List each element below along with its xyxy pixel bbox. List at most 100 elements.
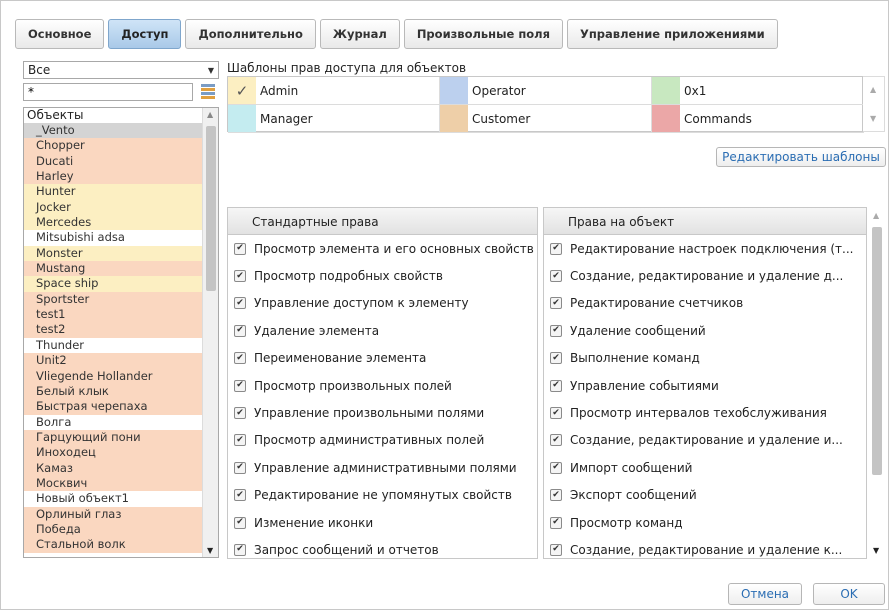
right-checkbox[interactable] [234, 543, 246, 556]
templates-scrollbar[interactable]: ▲ ▼ [863, 76, 885, 132]
right-checkbox[interactable] [234, 297, 246, 310]
right-row[interactable]: Просмотр элемента и его основных свойств [228, 235, 537, 262]
right-checkbox[interactable] [550, 489, 562, 502]
right-row[interactable]: Выполнение команд [544, 345, 866, 372]
right-checkbox[interactable] [550, 379, 562, 392]
scroll-down-icon[interactable]: ▼ [207, 546, 213, 555]
right-checkbox[interactable] [550, 242, 562, 255]
object-list-item[interactable]: Иноходец [24, 445, 202, 461]
object-list-item[interactable]: Новый объект1 [24, 491, 202, 507]
right-checkbox[interactable] [550, 352, 562, 365]
tab-log[interactable]: Журнал [319, 19, 400, 49]
tab-app-management[interactable]: Управление приложениями [566, 19, 778, 49]
template-item[interactable]: Manager [228, 105, 440, 133]
right-row[interactable]: Управление событиями [544, 372, 866, 399]
right-checkbox[interactable] [550, 407, 562, 420]
object-list-item[interactable]: Mercedes [24, 215, 202, 231]
right-row[interactable]: Просмотр интервалов техобслуживания [544, 399, 866, 426]
right-checkbox[interactable] [234, 407, 246, 420]
right-row[interactable]: Создание, редактирование и удаление к... [544, 536, 866, 558]
right-checkbox[interactable] [234, 434, 246, 447]
right-row[interactable]: Создание, редактирование и удаление д... [544, 262, 866, 289]
object-list-item[interactable]: Гарцующий пони [24, 429, 202, 446]
tab-general[interactable]: Основное [15, 19, 105, 49]
right-checkbox[interactable] [550, 324, 562, 337]
object-list-item[interactable]: Ducati [24, 153, 202, 170]
right-row[interactable]: Просмотр административных полей [228, 427, 537, 454]
object-list-item[interactable]: Камаз [24, 460, 202, 476]
right-row[interactable]: Просмотр команд [544, 509, 866, 536]
scroll-up-icon[interactable]: ▲ [207, 110, 213, 119]
object-list-item[interactable]: Волга [24, 414, 202, 430]
object-list-item[interactable]: Быстрая черепаха [24, 399, 202, 415]
right-row[interactable]: Редактирование счетчиков [544, 290, 866, 317]
right-checkbox[interactable] [550, 543, 562, 556]
right-row[interactable]: Удаление элемента [228, 317, 537, 344]
right-checkbox[interactable] [550, 270, 562, 283]
scroll-down-icon[interactable]: ▼ [873, 546, 879, 555]
object-list-item[interactable]: Mitsubishi adsa [24, 230, 202, 246]
right-row[interactable]: Экспорт сообщений [544, 482, 866, 509]
right-checkbox[interactable] [234, 270, 246, 283]
template-item[interactable]: Operator [440, 77, 652, 105]
right-checkbox[interactable] [550, 434, 562, 447]
scrollbar-thumb[interactable] [872, 227, 882, 475]
right-row[interactable]: Запрос сообщений и отчетов [228, 536, 537, 558]
right-row[interactable]: Изменение иконки [228, 509, 537, 536]
scroll-up-icon[interactable]: ▲ [870, 85, 876, 94]
scroll-down-icon[interactable]: ▼ [870, 114, 876, 123]
template-item[interactable]: 0x1 [652, 77, 864, 105]
right-row[interactable]: Редактирование не упомянутых свойств [228, 482, 537, 509]
scrollbar-thumb[interactable] [206, 126, 216, 291]
right-row[interactable]: Удаление сообщений [544, 317, 866, 344]
cancel-button[interactable]: Отмена [728, 583, 802, 605]
list-options-icon[interactable] [199, 83, 217, 101]
objects-search-input[interactable] [23, 83, 193, 101]
right-checkbox[interactable] [550, 516, 562, 529]
right-checkbox[interactable] [234, 379, 246, 392]
rights-scrollbar[interactable]: ▲ ▼ [868, 207, 886, 559]
right-checkbox[interactable] [550, 297, 562, 310]
object-list-item[interactable]: Sportster [24, 291, 202, 308]
objects-scrollbar[interactable]: ▲ ▼ [202, 108, 218, 557]
template-item[interactable]: Customer [440, 105, 652, 133]
right-row[interactable]: Просмотр произвольных полей [228, 372, 537, 399]
object-list-item[interactable]: Москвич [24, 475, 202, 492]
right-row[interactable]: Переименование элемента [228, 345, 537, 372]
right-checkbox[interactable] [234, 461, 246, 474]
right-row[interactable]: Импорт сообщений [544, 454, 866, 481]
right-row[interactable]: Управление произвольными полями [228, 399, 537, 426]
object-list-item[interactable]: Monster [24, 245, 202, 262]
right-checkbox[interactable] [234, 352, 246, 365]
right-checkbox[interactable] [550, 461, 562, 474]
right-row[interactable]: Управление доступом к элементу [228, 290, 537, 317]
right-row[interactable]: Управление административными полями [228, 454, 537, 481]
right-checkbox[interactable] [234, 242, 246, 255]
object-list-item[interactable]: Mustang [24, 261, 202, 277]
object-list-item[interactable]: Победа [24, 521, 202, 538]
object-list-item[interactable]: Орлиный глаз [24, 506, 202, 522]
object-list-item[interactable]: Стальной волк [24, 537, 202, 553]
right-checkbox[interactable] [234, 489, 246, 502]
template-item[interactable]: Commands [652, 105, 864, 133]
object-list-item[interactable]: _Vento [24, 123, 202, 139]
edit-templates-button[interactable]: Редактировать шаблоны [716, 147, 886, 167]
tab-advanced[interactable]: Дополнительно [185, 19, 316, 49]
right-row[interactable]: Создание, редактирование и удаление и... [544, 427, 866, 454]
right-row[interactable]: Редактирование настроек подключения (т..… [544, 235, 866, 262]
object-list-item[interactable]: Harley [24, 169, 202, 185]
object-list-item[interactable]: Space ship [24, 276, 202, 292]
right-row[interactable]: Просмотр подробных свойств [228, 262, 537, 289]
scroll-up-icon[interactable]: ▲ [873, 211, 879, 220]
object-list-item[interactable]: Hunter [24, 184, 202, 200]
tab-access[interactable]: Доступ [108, 19, 182, 49]
object-list-item[interactable]: test1 [24, 307, 202, 323]
object-list-item[interactable]: Белый клык [24, 383, 202, 400]
object-list-item[interactable]: Vliegende Hollander [24, 368, 202, 384]
object-list-item[interactable]: Unit2 [24, 353, 202, 369]
ok-button[interactable]: OK [813, 583, 885, 605]
tab-custom-fields[interactable]: Произвольные поля [403, 19, 563, 49]
right-checkbox[interactable] [234, 516, 246, 529]
object-list-item[interactable]: Thunder [24, 337, 202, 354]
objects-filter-select[interactable]: Все ▼ [23, 61, 219, 79]
